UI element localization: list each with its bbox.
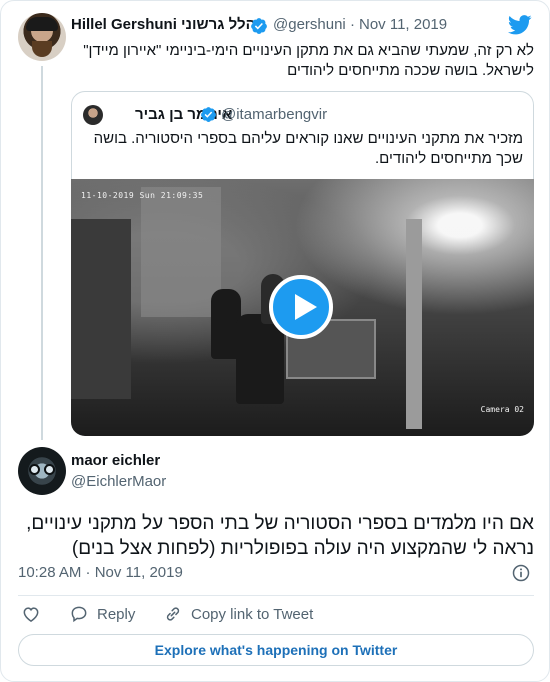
reply-label: Reply [97, 605, 136, 623]
explore-twitter-button[interactable]: Explore what's happening on Twitter [18, 634, 534, 666]
quoted-author-handle: @itamarbengvir [221, 106, 328, 123]
avatar-hillel[interactable] [18, 13, 66, 61]
video-thumbnail[interactable]: 11-10-2019 Sun 21:09:35 Camera 02 [71, 179, 534, 436]
video-scene-shelf [71, 219, 131, 399]
beard-shape [32, 41, 52, 57]
quoted-tweet-text: מזכיר את מתקני העינויים שאנו קוראים עליה… [93, 130, 523, 167]
thread-connector-line [41, 66, 43, 440]
tweet-text: לא רק זה, שמעתי שהביא גם את מתקן העינויי… [83, 42, 534, 79]
goggle-lens [44, 464, 55, 475]
twitter-bird-icon[interactable] [508, 15, 532, 35]
avatar-quoted [83, 105, 103, 125]
reply-bubble-icon [71, 606, 87, 623]
avatar-maor[interactable] [18, 447, 66, 495]
reply-author-handle[interactable]: @EichlerMaor [71, 473, 166, 490]
copy-link-label: Copy link to Tweet [191, 605, 314, 623]
author-handle[interactable]: @gershuni [273, 16, 346, 33]
separator-dot: · [350, 16, 355, 33]
tweet-date[interactable]: Nov 11, 2019 [359, 16, 447, 33]
quoted-verified-badge-icon [201, 107, 216, 122]
author-name[interactable]: Hillel Gershuni הלל גרשוני [71, 16, 256, 33]
embedded-tweet-card: Hillel Gershuni הלל גרשוני @gershuni · N… [0, 0, 550, 682]
video-scene-wall [141, 187, 221, 317]
reply-button[interactable]: Reply [69, 604, 135, 624]
copy-link-button[interactable]: Copy link to Tweet [163, 604, 313, 624]
verified-badge-icon [251, 18, 267, 34]
hat-shape [26, 17, 58, 31]
video-timestamp-overlay: 11-10-2019 Sun 21:09:35 [81, 191, 204, 200]
video-camera-label: Camera 02 [480, 405, 524, 414]
link-icon [166, 607, 180, 621]
like-button[interactable] [21, 604, 41, 624]
reply-text: אם היו מלמדים בספרי הסטוריה של בתי הספר … [26, 513, 534, 559]
heart-icon [23, 607, 39, 622]
video-scene-post [406, 219, 422, 429]
play-icon[interactable] [269, 275, 333, 339]
reply-author-name[interactable]: maor eichler [71, 452, 160, 469]
info-icon[interactable] [511, 563, 531, 583]
quoted-author-name: איתמר בן גביר [135, 106, 233, 123]
goggle-lens [29, 464, 40, 475]
reply-timestamp[interactable]: 10:28 AM · Nov 11, 2019 [18, 564, 183, 581]
divider [18, 595, 534, 596]
